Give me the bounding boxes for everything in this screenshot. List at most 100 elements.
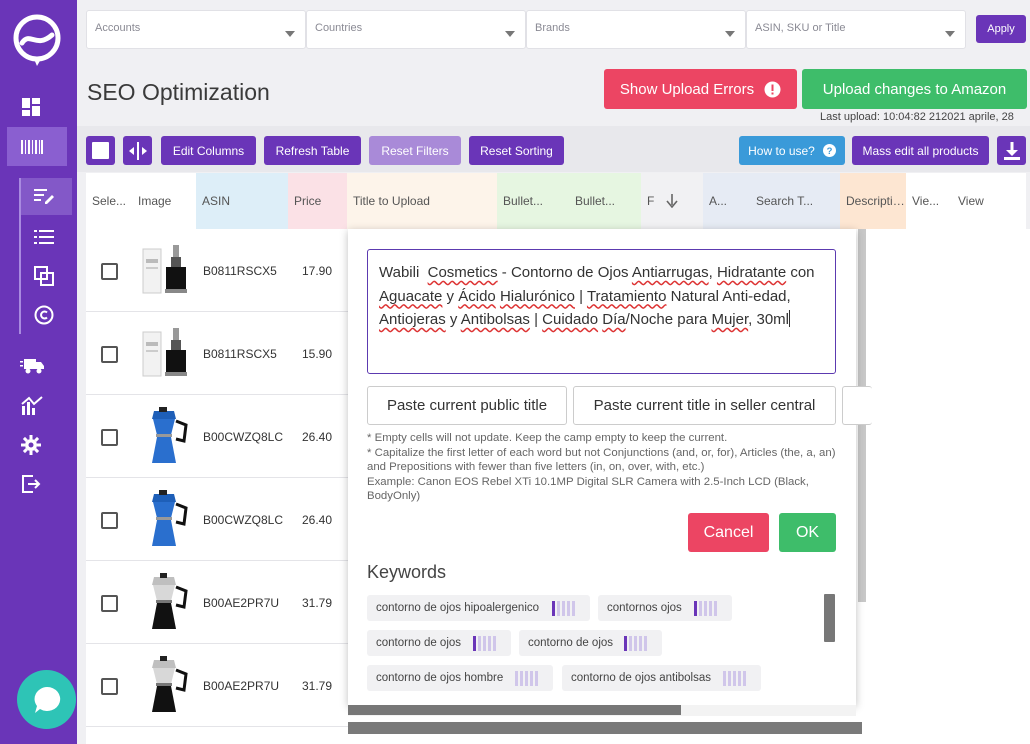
keyword-chip[interactable]: contorno de ojos hipoalergenico: [367, 595, 590, 621]
chevron-down-icon: [285, 31, 295, 37]
gear-icon[interactable]: [20, 434, 42, 456]
keyword-strength: [723, 671, 746, 686]
resize-columns-button[interactable]: [123, 136, 152, 165]
popup-horizontal-scrollbar[interactable]: [348, 705, 681, 715]
keyword-text: contorno de ojos: [528, 637, 614, 649]
square-icon: [92, 142, 109, 159]
keyword-chip[interactable]: contorno de ojos: [519, 630, 662, 656]
paste-seller-title-button[interactable]: Paste current title in seller central: [573, 386, 836, 425]
brands-filter[interactable]: Brands: [526, 10, 746, 49]
help-notes: * Empty cells will not update. Keep the …: [367, 431, 837, 504]
reset-sorting-button[interactable]: Reset Sorting: [469, 136, 564, 165]
row-checkbox[interactable]: [101, 512, 118, 529]
keyword-chip[interactable]: contorno de ojos antibolsas: [562, 665, 761, 691]
show-upload-errors-button[interactable]: Show Upload Errors: [604, 69, 797, 109]
table-row[interactable]: B00AE2PR7U 31.79: [86, 561, 348, 644]
edit-columns-button[interactable]: Edit Columns: [161, 136, 256, 165]
row-price: 31.79: [302, 596, 333, 610]
row-checkbox[interactable]: [101, 678, 118, 695]
column-label: F: [647, 194, 655, 208]
list-icon[interactable]: [33, 227, 55, 247]
brands-filter-label: Brands: [535, 22, 570, 34]
accounts-filter[interactable]: Accounts: [86, 10, 306, 49]
column-header-select[interactable]: Sele...: [86, 173, 132, 229]
keyword-strength: [624, 636, 647, 651]
row-checkbox[interactable]: [101, 595, 118, 612]
column-header-title[interactable]: Title to Upload: [347, 173, 497, 229]
select-all-button[interactable]: [86, 136, 115, 165]
column-label: Bullet...: [503, 194, 544, 208]
column-label: Search T...: [756, 194, 814, 208]
search-filter[interactable]: ASIN, SKU or Title: [746, 10, 966, 49]
column-header-view-1[interactable]: Vie...: [906, 173, 952, 229]
table-row[interactable]: B00CWZQ8LC 26.40: [86, 478, 348, 561]
column-label: Description: [846, 194, 906, 208]
column-header-view-2[interactable]: View: [952, 173, 1026, 229]
table-row[interactable]: B0811RSCX5 15.90: [86, 312, 348, 395]
ok-button[interactable]: OK: [779, 513, 836, 552]
resize-columns-icon: [128, 141, 147, 160]
edit-list-icon[interactable]: [33, 186, 55, 206]
download-button[interactable]: [997, 136, 1026, 165]
column-header-description[interactable]: Description: [840, 173, 906, 229]
column-label: Price: [294, 194, 322, 208]
table-row[interactable]: B0811RSCX5 17.90: [86, 229, 348, 312]
title-textarea[interactable]: Wabili Cosmetics - Contorno de Ojos Anti…: [367, 249, 836, 374]
keywords-scrollbar[interactable]: [824, 594, 835, 642]
column-header-bullet-1[interactable]: Bullet...: [497, 173, 569, 229]
column-header-asin[interactable]: ASIN: [196, 173, 288, 229]
column-header-a[interactable]: A...: [703, 173, 750, 229]
column-label: Image: [138, 194, 172, 208]
keyword-chip[interactable]: contornos ojos: [598, 595, 732, 621]
grid-horizontal-scrollbar[interactable]: [348, 722, 862, 734]
how-to-use-button[interactable]: How to use? ?: [739, 136, 845, 165]
product-image: [152, 490, 188, 546]
product-image: [142, 328, 187, 377]
column-label: ASIN: [202, 194, 231, 208]
app-logo[interactable]: [10, 13, 64, 67]
analytics-icon[interactable]: [20, 395, 44, 417]
sidebar: [0, 0, 77, 744]
column-header-f[interactable]: F: [641, 173, 703, 229]
column-header-image[interactable]: Image: [132, 173, 196, 229]
row-price: 15.90: [302, 347, 333, 361]
truck-icon[interactable]: [20, 356, 44, 376]
extra-paste-button[interactable]: [842, 386, 872, 425]
keywords-title: Keywords: [367, 562, 447, 582]
upload-changes-button[interactable]: Upload changes to Amazon: [802, 69, 1027, 109]
keyword-text: contorno de ojos hipoalergenico: [376, 602, 540, 614]
download-icon: [1003, 141, 1020, 160]
copy-icon[interactable]: [33, 265, 55, 287]
accounts-filter-label: Accounts: [95, 22, 141, 34]
chevron-down-icon: [725, 31, 735, 37]
countries-filter[interactable]: Countries: [306, 10, 526, 49]
table-row[interactable]: B00CWZQ8LC 26.40: [86, 395, 348, 478]
column-label: Sele...: [92, 194, 127, 208]
column-label: A...: [709, 194, 728, 208]
paste-public-title-button[interactable]: Paste current public title: [367, 386, 567, 425]
refresh-table-button[interactable]: Refresh Table: [264, 136, 361, 165]
copyright-icon[interactable]: [33, 304, 55, 326]
table-row[interactable]: B00AE2PR7U 31.79: [86, 644, 348, 727]
cancel-button[interactable]: Cancel: [688, 513, 769, 552]
column-header-price[interactable]: Price: [288, 173, 347, 229]
keyword-chip[interactable]: contorno de ojos hombre: [367, 665, 553, 691]
dashboard-icon[interactable]: [21, 97, 41, 117]
reset-filters-button[interactable]: Reset Filters: [369, 136, 461, 165]
row-checkbox[interactable]: [101, 429, 118, 446]
column-header-search-terms[interactable]: Search T...: [750, 173, 840, 229]
logout-icon[interactable]: [20, 473, 42, 495]
apply-button[interactable]: Apply: [976, 15, 1026, 43]
row-checkbox[interactable]: [101, 346, 118, 363]
mass-edit-button[interactable]: Mass edit all products: [852, 136, 989, 165]
sort-down-icon[interactable]: [666, 194, 678, 208]
alert-icon: [764, 81, 781, 97]
column-header-bullet-2[interactable]: Bullet...: [569, 173, 641, 229]
barcode-icon[interactable]: [21, 137, 43, 157]
keyword-text: contorno de ojos hombre: [376, 672, 504, 684]
row-checkbox[interactable]: [101, 263, 118, 280]
chat-button[interactable]: [17, 670, 76, 729]
keyword-strength: [694, 601, 717, 616]
keyword-strength: [515, 671, 538, 686]
keyword-chip[interactable]: contorno de ojos: [367, 630, 511, 656]
